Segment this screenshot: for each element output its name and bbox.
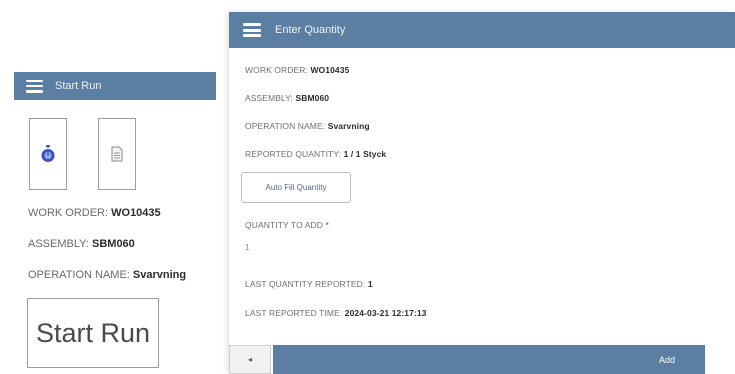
last-reported-time-value: 2024-03-21 12:17:13	[344, 308, 427, 318]
last-reported-time-line: LAST REPORTED TIME: 2024-03-21 12:17:13	[245, 308, 427, 318]
enter-quantity-header: Enter Quantity	[229, 12, 735, 48]
left-assembly-label: ASSEMBLY:	[28, 238, 92, 250]
left-assembly-value: SBM060	[92, 238, 135, 250]
stopwatch-icon	[41, 145, 55, 162]
left-work-order-label: WORK ORDER:	[28, 207, 112, 219]
left-assembly: ASSEMBLY: SBM060	[28, 238, 135, 250]
reported-quantity-line: REPORTED QUANTITY: 1 / 1 Styck	[245, 149, 386, 159]
assembly-value: SBM060	[295, 93, 330, 103]
assembly-label: ASSEMBLY:	[245, 93, 296, 103]
stopwatch-button[interactable]	[29, 118, 67, 190]
last-reported-time-label: LAST REPORTED TIME:	[245, 308, 345, 318]
assembly-line: ASSEMBLY: SBM060	[245, 93, 329, 103]
left-operation-label: OPERATION NAME:	[28, 269, 133, 281]
start-run-header: Start Run	[14, 72, 216, 100]
back-arrow-icon: ◂	[247, 355, 252, 364]
last-quantity-value: 1	[367, 279, 373, 289]
add-button[interactable]: Add	[273, 345, 705, 374]
quantity-to-add-input[interactable]	[243, 238, 547, 256]
reported-quantity-label: REPORTED QUANTITY:	[245, 149, 344, 159]
quantity-to-add-label: QUANTITY TO ADD *	[245, 220, 329, 230]
document-icon	[111, 146, 123, 162]
left-work-order-value: WO10435	[111, 207, 161, 219]
document-button[interactable]	[98, 118, 136, 190]
start-run-button[interactable]: Start Run	[27, 298, 159, 368]
left-operation: OPERATION NAME: Svarvning	[28, 269, 186, 281]
operation-value: Svarvning	[327, 121, 370, 131]
work-order-line: WORK ORDER: WO10435	[245, 65, 349, 75]
work-order-label: WORK ORDER:	[245, 65, 311, 75]
start-run-title: Start Run	[55, 80, 102, 92]
left-work-order: WORK ORDER: WO10435	[28, 207, 161, 219]
auto-fill-quantity-button[interactable]: Auto Fill Quantity	[241, 172, 351, 203]
quantity-to-add-label-text: QUANTITY TO ADD	[245, 220, 326, 230]
enter-quantity-title: Enter Quantity	[275, 24, 346, 36]
required-asterisk: *	[325, 220, 329, 230]
left-operation-value: Svarvning	[132, 269, 187, 281]
menu-icon[interactable]	[243, 23, 261, 37]
menu-icon[interactable]	[26, 79, 43, 93]
enter-quantity-panel: Enter Quantity WORK ORDER: WO10435 ASSEM…	[229, 12, 735, 374]
start-run-panel: Start Run WORK ORDER: WO10435 ASSEMBLY: …	[14, 72, 216, 374]
last-quantity-label: LAST QUANTITY REPORTED:	[245, 279, 368, 289]
reported-quantity-value: 1 / 1 Styck	[343, 149, 387, 159]
operation-label: OPERATION NAME:	[245, 121, 328, 131]
action-footer: ◂ Add	[229, 345, 735, 374]
operation-line: OPERATION NAME: Svarvning	[245, 121, 370, 131]
work-order-value: WO10435	[310, 65, 350, 75]
back-button[interactable]: ◂	[229, 345, 271, 374]
last-quantity-line: LAST QUANTITY REPORTED: 1	[245, 279, 373, 289]
